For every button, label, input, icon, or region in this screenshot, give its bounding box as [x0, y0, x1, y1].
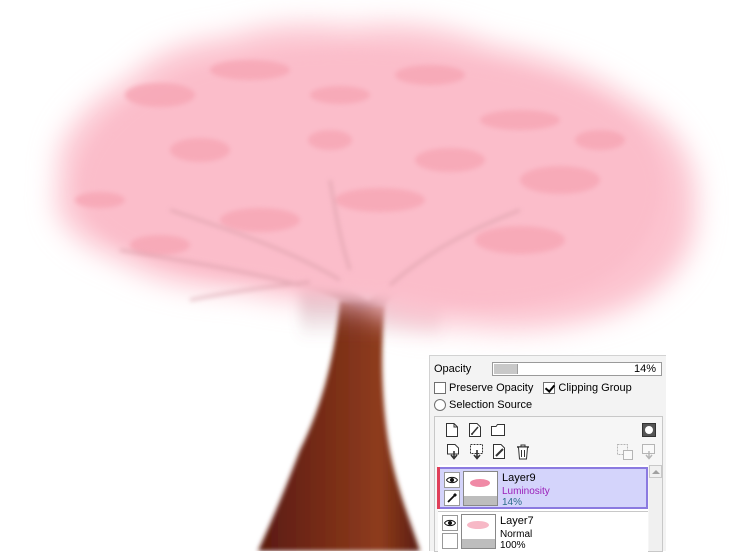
- layer-blend-mode: Luminosity: [502, 486, 550, 497]
- blossom-canopy: [56, 24, 696, 330]
- layer-thumbnail: [463, 471, 498, 506]
- opacity-row: Opacity 14%: [434, 361, 664, 377]
- new-layer-icon[interactable]: [443, 421, 461, 439]
- selection-source-radio[interactable]: [434, 399, 446, 411]
- preserve-opacity-label: Preserve Opacity: [449, 382, 534, 394]
- layer-mask-icon[interactable]: [640, 421, 658, 439]
- delete-layer-icon[interactable]: [514, 443, 532, 461]
- layer-panel: Opacity 14% Preserve Opacity Clipping Gr…: [429, 355, 666, 553]
- opacity-label: Opacity: [434, 363, 472, 375]
- eye-icon: [444, 519, 456, 527]
- transfer-selection-icon[interactable]: [616, 443, 634, 461]
- clipping-group-checkbox[interactable]: [543, 382, 556, 394]
- eye-icon: [446, 476, 458, 484]
- layer-blend-mode: Normal: [500, 529, 533, 540]
- selection-source-label: Selection Source: [449, 399, 533, 411]
- opacity-slider-fill: [494, 364, 518, 374]
- brush-icon: [447, 493, 457, 503]
- merge-selection-icon[interactable]: [640, 443, 658, 461]
- opacity-value: 14%: [633, 363, 656, 375]
- layer-row-layer7[interactable]: Layer7 Normal 100%: [438, 511, 648, 553]
- clipping-indicator: [437, 467, 440, 509]
- clear-layer-icon[interactable]: [491, 443, 509, 461]
- layer-thumbnail: [461, 514, 496, 549]
- preserve-opacity-option[interactable]: Preserve Opacity: [434, 382, 533, 394]
- layer-opacity: 14%: [502, 497, 523, 508]
- layer-toolbox: Layer9 Luminosity 14% Layer7 Normal 100%: [434, 416, 663, 553]
- preserve-opacity-checkbox[interactable]: [434, 382, 446, 394]
- new-folder-icon[interactable]: [489, 421, 507, 439]
- visibility-toggle[interactable]: [444, 472, 460, 488]
- layer-opacity: 100%: [500, 540, 526, 551]
- layer-list[interactable]: Layer9 Luminosity 14% Layer7 Normal 100%: [438, 465, 648, 553]
- visibility-toggle[interactable]: [442, 515, 458, 531]
- layer-options-row: Preserve Opacity Clipping Group: [434, 381, 632, 395]
- scroll-up-button[interactable]: [649, 465, 662, 478]
- clipping-group-label: Clipping Group: [558, 382, 632, 394]
- clipping-group-option[interactable]: Clipping Group: [543, 382, 632, 394]
- selection-source-option[interactable]: Selection Source: [434, 398, 532, 412]
- transfer-down-icon[interactable]: [445, 443, 463, 461]
- merge-down-icon[interactable]: [468, 443, 486, 461]
- layer-row-layer9[interactable]: Layer9 Luminosity 14%: [438, 467, 648, 509]
- lock-toggle[interactable]: [444, 490, 460, 506]
- layer-list-scrollbar[interactable]: [649, 465, 662, 551]
- opacity-slider[interactable]: 14%: [492, 362, 662, 376]
- new-linework-layer-icon[interactable]: [466, 421, 484, 439]
- lock-toggle[interactable]: [442, 533, 458, 549]
- layer-name: Layer7: [500, 515, 534, 527]
- layer-name: Layer9: [502, 472, 536, 484]
